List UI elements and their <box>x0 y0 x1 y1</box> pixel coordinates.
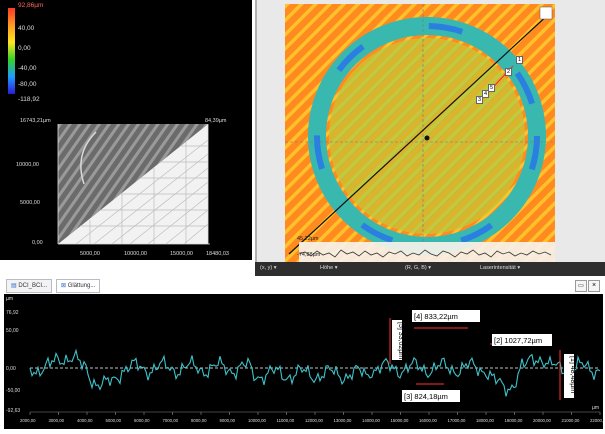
marker-2[interactable]: 2 <box>505 68 513 76</box>
x-tick-5000: 5000,00 <box>80 251 100 257</box>
tab-smoothing[interactable]: ⊠ Glättung... <box>56 279 101 293</box>
marker-5[interactable]: 5 <box>488 84 496 92</box>
x-tick-label: 20000,00 <box>533 418 552 423</box>
x-tick-label: 15000,00 <box>391 418 410 423</box>
x-tick-label: 22000,00 <box>590 418 603 423</box>
x-tick-label: 2000,00 <box>20 418 36 423</box>
y-tick-0: 0,00 <box>32 240 43 246</box>
x-tick-label: 21000,00 <box>562 418 581 423</box>
y-axis-unit: µm <box>6 296 13 302</box>
annotation-label: [2] 1027,72µm <box>494 336 542 345</box>
y-tick-label: -92,63 <box>6 408 20 414</box>
x-tick-label: 4000,00 <box>77 418 93 423</box>
toolbar-xy-label: (x, y) <box>260 265 273 271</box>
x-tick-label: 18000,00 <box>476 418 495 423</box>
x-tick-label: 19000,00 <box>505 418 524 423</box>
profile-panel: ▤ DCI_BCI... ⊠ Glättung... ▭ × 76,92 50,0… <box>0 276 605 433</box>
x-tick-label: 14000,00 <box>362 418 381 423</box>
chevron-down-icon: ▾ <box>517 265 521 271</box>
profile-chart: 76,92 50,00 0,00 -50,00 -92,63 µm 2000,00 3000,… <box>6 296 605 423</box>
color-scale-bar <box>8 8 15 94</box>
tab-dci-label: DCI_BCI... <box>18 283 48 289</box>
x-tick-label: 5000,00 <box>106 418 122 423</box>
toolbar-height[interactable]: Höhe ▾ <box>320 265 337 271</box>
axis-top-left-label: 16743,21µm <box>20 118 51 124</box>
panel-divider <box>255 0 257 276</box>
toolbar-laser-label: Laserintensität <box>480 265 516 271</box>
y-tick-label: 76,92 <box>6 310 19 316</box>
y-tick-label: 0,00 <box>6 366 16 372</box>
toolbar-xy[interactable]: (x, y) ▾ <box>260 265 277 271</box>
x-tick-18480: 18480,03 <box>206 251 229 257</box>
height-map-svg <box>285 4 555 262</box>
marker-1[interactable]: 1 <box>516 56 524 64</box>
x-tick-label: 16000,00 <box>419 418 438 423</box>
annotation-label: [5] 33,02µm <box>397 322 404 359</box>
tab-dci[interactable]: ▤ DCI_BCI... <box>6 279 53 293</box>
x-tick-label: 3000,00 <box>49 418 65 423</box>
chevron-down-icon: ▾ <box>273 265 277 271</box>
toolbar-rgb[interactable]: (R, G, B) ▾ <box>405 265 431 271</box>
minimize-button[interactable]: ▭ <box>575 280 587 292</box>
x-tick-label: 7000,00 <box>163 418 179 423</box>
chart-icon: ⊠ <box>61 283 68 289</box>
x-tick-label: 13000,00 <box>334 418 353 423</box>
x-tick-label: 6000,00 <box>134 418 150 423</box>
colorbar-label-top: 92,86µm <box>18 2 44 9</box>
toolbar-laser[interactable]: Laserintensität ▾ <box>480 265 520 271</box>
annotation-label: [4] 833,22µm <box>414 312 458 321</box>
x-tick-label: 12000,00 <box>305 418 324 423</box>
3d-view-panel[interactable]: 92,86µm 40,00 0,00 -40,00 -80,00 -118,92 <box>0 0 252 260</box>
annotation-label: [1] 48,48µm <box>569 356 576 393</box>
toolbar-rgb-label: (R, G, B) <box>405 265 427 271</box>
colorbar-label-40: 40,00 <box>18 25 35 32</box>
y-tick-10000: 10000,00 <box>16 162 39 168</box>
profile-top-value: 45,22µm <box>297 236 319 242</box>
y-tick-label: -50,00 <box>6 388 20 394</box>
profile-line <box>29 348 601 397</box>
profile-bottom-value: -74,88µm <box>297 252 321 258</box>
x-tick-label: 10000,00 <box>248 418 267 423</box>
x-tick-label: 9000,00 <box>220 418 236 423</box>
colorbar-label-bottom: -118,92 <box>18 96 40 103</box>
colorbar-label-minus40: -40,00 <box>18 65 37 72</box>
x-tick-label: 11000,00 <box>277 418 295 423</box>
profile-chart-frame[interactable]: 76,92 50,00 0,00 -50,00 -92,63 µm 2000,00 3000,… <box>4 294 605 429</box>
surface-plot-3d <box>57 124 210 245</box>
annotation-label: [3] 824,18µm <box>404 392 448 401</box>
y-tick-5000: 5000,00 <box>20 200 40 206</box>
height-map-image[interactable] <box>285 4 555 262</box>
x-tick-label: 17000,00 <box>448 418 467 423</box>
close-button[interactable]: × <box>588 280 600 292</box>
x-tick-10000: 10000,00 <box>124 251 147 257</box>
chevron-down-icon: ▾ <box>334 265 338 271</box>
chevron-down-icon: ▾ <box>428 265 431 271</box>
toolbar-height-label: Höhe <box>320 265 334 271</box>
x-axis-unit: µm <box>592 405 599 411</box>
x-tick-label: 8000,00 <box>191 418 207 423</box>
tab-smoothing-label: Glättung... <box>67 283 96 289</box>
colorbar-label-0: 0,00 <box>18 45 31 52</box>
axis-top-right-label: 84,39µm <box>205 118 227 124</box>
colorbar-label-minus80: -80,00 <box>18 81 37 88</box>
x-tick-15000: 15000,00 <box>170 251 193 257</box>
y-tick-label: 50,00 <box>6 328 19 334</box>
